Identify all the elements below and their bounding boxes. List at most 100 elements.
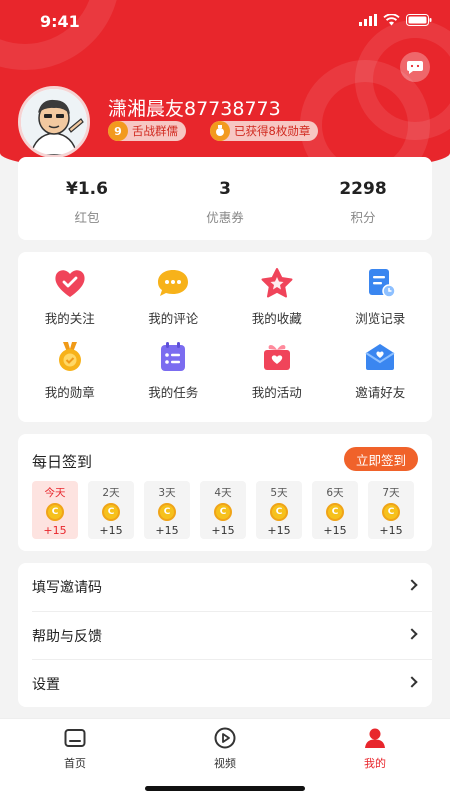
home-indicator xyxy=(145,786,305,791)
day-label: 6天 xyxy=(326,487,344,499)
tab-profile[interactable]: 我的 xyxy=(300,719,450,800)
feature-label: 我的任务 xyxy=(148,385,199,400)
signin-button[interactable]: 立即签到 xyxy=(343,447,418,471)
coin-icon: C xyxy=(270,503,288,521)
feature-my-favorites[interactable]: 我的收藏 xyxy=(225,266,329,340)
day-points: +15 xyxy=(43,524,67,537)
rank-badge[interactable]: 9 舌战群儒 xyxy=(108,121,186,141)
feature-my-activities[interactable]: 我的活动 xyxy=(225,340,329,414)
day-points: +15 xyxy=(211,524,235,537)
day-label: 7天 xyxy=(382,487,400,499)
coin-icon: C xyxy=(382,503,400,521)
history-icon xyxy=(363,266,397,300)
menu-item-label: 填写邀请码 xyxy=(32,580,102,596)
chat-button[interactable] xyxy=(400,52,430,82)
feature-grid: 我的关注 我的评论 我的收藏 浏览记录 我的勋章 我的任务 我的活动 邀请好友 xyxy=(18,252,432,422)
status-bar: 9:41 xyxy=(0,0,450,44)
tab-home[interactable]: 首页 xyxy=(0,719,150,800)
avatar[interactable] xyxy=(18,86,90,158)
rank-number-icon: 9 xyxy=(108,121,128,141)
task-icon xyxy=(156,340,190,374)
medal-count-badge[interactable]: 已获得8枚勋章 xyxy=(210,121,319,141)
feature-browse-history[interactable]: 浏览记录 xyxy=(329,266,433,340)
status-icons xyxy=(359,14,432,26)
settings-menu: 填写邀请码 帮助与反馈 设置 xyxy=(18,563,432,707)
username[interactable]: 潇湘晨友87738773 xyxy=(108,94,281,121)
video-icon xyxy=(214,727,236,749)
rank-badge-label: 舌战群儒 xyxy=(132,124,178,138)
gift-icon xyxy=(260,340,294,374)
coin-icon: C xyxy=(158,503,176,521)
feature-my-comments[interactable]: 我的评论 xyxy=(122,266,226,340)
day-points: +15 xyxy=(323,524,347,537)
feature-label: 我的活动 xyxy=(251,385,302,400)
day-label: 5天 xyxy=(270,487,288,499)
stat-value: 3 xyxy=(219,179,231,199)
feature-my-medals[interactable]: 我的勋章 xyxy=(18,340,122,414)
feature-invite-friends[interactable]: 邀请好友 xyxy=(329,340,433,414)
signin-day: 6天 C +15 xyxy=(312,481,358,539)
menu-item-help-feedback[interactable]: 帮助与反馈 xyxy=(32,611,432,659)
day-label: 3天 xyxy=(158,487,176,499)
comment-icon xyxy=(156,266,190,300)
signin-day: 3天 C +15 xyxy=(144,481,190,539)
feature-label: 我的评论 xyxy=(148,311,199,326)
stat-label: 优惠券 xyxy=(206,210,244,225)
signin-day-today[interactable]: 今天 C +15 xyxy=(32,481,78,539)
signin-day: 7天 C +15 xyxy=(368,481,414,539)
profile-icon xyxy=(365,728,385,748)
stats-card: ¥1.6 红包 3 优惠券 2298 积分 xyxy=(18,157,432,240)
tab-label: 视频 xyxy=(214,757,236,770)
home-icon xyxy=(64,729,86,747)
day-points: +15 xyxy=(99,524,123,537)
feature-label: 浏览记录 xyxy=(355,311,406,326)
stat-coupons[interactable]: 3 优惠券 xyxy=(156,157,294,240)
menu-item-invite-code[interactable]: 填写邀请码 xyxy=(18,563,432,611)
menu-item-label: 帮助与反馈 xyxy=(32,628,102,645)
stat-label: 积分 xyxy=(350,210,376,225)
coin-icon: C xyxy=(46,503,64,521)
wifi-icon xyxy=(383,14,400,26)
feature-my-tasks[interactable]: 我的任务 xyxy=(122,340,226,414)
signin-title: 每日签到 xyxy=(32,453,93,471)
signin-day: 4天 C +15 xyxy=(200,481,246,539)
feature-label: 邀请好友 xyxy=(355,385,406,400)
tab-label: 我的 xyxy=(364,757,386,770)
chevron-right-icon xyxy=(406,579,418,591)
day-label: 2天 xyxy=(102,487,120,499)
feature-label: 我的勋章 xyxy=(44,385,95,400)
feature-label: 我的收藏 xyxy=(251,311,302,326)
daily-signin-card: 每日签到 立即签到 今天 C +15 2天 C +15 3天 C +15 4天 … xyxy=(18,434,432,551)
coin-icon: C xyxy=(326,503,344,521)
coin-icon: C xyxy=(102,503,120,521)
medal-badge-icon xyxy=(210,121,230,141)
signin-days: 今天 C +15 2天 C +15 3天 C +15 4天 C +15 5天 C… xyxy=(32,481,414,539)
day-points: +15 xyxy=(155,524,179,537)
stat-red-packet[interactable]: ¥1.6 红包 xyxy=(18,157,156,240)
chevron-right-icon xyxy=(406,676,418,688)
heart-icon xyxy=(53,266,87,300)
stat-value: 2298 xyxy=(339,179,387,199)
medal-icon xyxy=(53,340,87,374)
chat-icon xyxy=(407,61,423,74)
signin-day: 5天 C +15 xyxy=(256,481,302,539)
menu-item-settings[interactable]: 设置 xyxy=(32,659,432,707)
stat-label: 红包 xyxy=(74,210,100,225)
chevron-right-icon xyxy=(406,628,418,640)
avatar-image xyxy=(21,89,87,155)
day-label: 今天 xyxy=(44,487,66,499)
signal-icon xyxy=(359,14,377,26)
day-label: 4天 xyxy=(214,487,232,499)
star-icon xyxy=(260,266,294,300)
signin-day: 2天 C +15 xyxy=(88,481,134,539)
invite-icon xyxy=(363,340,397,374)
day-points: +15 xyxy=(379,524,403,537)
tab-label: 首页 xyxy=(64,757,86,770)
menu-item-label: 设置 xyxy=(32,676,60,693)
day-points: +15 xyxy=(267,524,291,537)
stat-points[interactable]: 2298 积分 xyxy=(294,157,432,240)
medal-count-label: 已获得8枚勋章 xyxy=(234,124,311,138)
feature-my-follows[interactable]: 我的关注 xyxy=(18,266,122,340)
coin-icon: C xyxy=(214,503,232,521)
status-time: 9:41 xyxy=(40,12,80,31)
